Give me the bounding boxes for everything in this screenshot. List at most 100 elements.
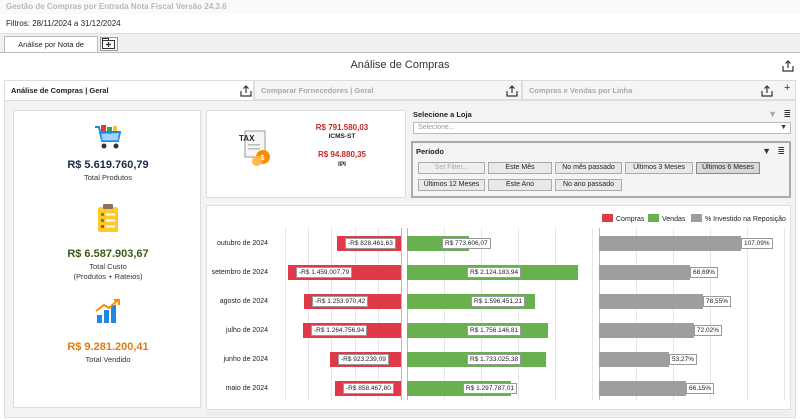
bar-data-label: 68,69% (690, 267, 719, 278)
category-label: julho de 2024 (225, 327, 268, 334)
legend-compras: Compras (602, 214, 644, 224)
chart-gridline (444, 228, 445, 400)
export-icon[interactable] (782, 60, 794, 72)
legend-swatch (648, 214, 659, 222)
svg-text:$: $ (261, 155, 265, 162)
chart-gridline (331, 228, 333, 400)
legend-investido: % Investido na Reposição (691, 214, 786, 224)
subtab-comparar-fornecedores[interactable]: Comparar Fornecedores | Geral (254, 80, 522, 100)
store-filter: Selecione a Loja ▼ ≣ Selecione... ▼ (413, 109, 791, 135)
category-label: maio de 2024 (225, 385, 268, 392)
chart-gridline (784, 228, 785, 400)
bar-data-label: 78,55% (703, 296, 732, 307)
chart-axis-line (599, 228, 600, 400)
filters-text: Filtros: 28/11/2024 a 31/12/2024 (0, 14, 800, 34)
period-mes-passado-button[interactable]: No mês passado (555, 162, 622, 174)
bar-data-label: -R$ 1.264.756,94 (311, 325, 368, 336)
bar--investido-na-reposi-o (599, 323, 694, 338)
growth-chart-icon (95, 299, 120, 323)
bar--investido-na-reposi-o (599, 352, 669, 367)
shopping-cart-icon (95, 125, 122, 149)
kpi-total-produtos: R$ 5.619.760,79 Total Produtos (14, 159, 202, 183)
chart-gridline (377, 228, 379, 400)
subtab-label: Análise de Compras | Geral (11, 86, 109, 95)
bar-data-label: R$ 2.124.183,94 (467, 267, 522, 278)
period-filter: Período ▼ ≣ Set Filter... Este Mês No mê… (411, 141, 791, 198)
store-label: Selecione a Loja (413, 110, 472, 119)
subtab-label: Compras e Vendas por Linha (529, 86, 633, 95)
bar-data-label: 72,02% (694, 325, 723, 336)
add-tab-icon (102, 38, 115, 49)
bar-data-label: 66,15% (686, 383, 715, 394)
compras-vendas-chart: Compras Vendas % Investido na Reposição … (206, 205, 791, 410)
chart-gridline (555, 228, 556, 400)
period-ultimos-6-meses-button[interactable]: Últimos 6 Meses (696, 162, 760, 174)
add-subtab-icon[interactable]: + (784, 82, 790, 94)
bar--investido-na-reposi-o (599, 236, 741, 251)
tax-icon-text: TAX (239, 134, 255, 143)
bar-data-label: 53,27% (669, 354, 698, 365)
legend-label: Vendas (662, 216, 686, 223)
period-set-filter-button[interactable]: Set Filter... (418, 162, 485, 174)
chart-axis-line (401, 228, 402, 400)
period-ultimos-12-meses-button[interactable]: Últimos 12 Meses (418, 179, 485, 191)
chart-gridline (308, 228, 310, 400)
legend-swatch (691, 214, 702, 222)
tax-box: TAX $ R$ 791.580,03 ICMS-ST R$ 94.880,35… (206, 110, 406, 198)
kpi-label: Total Custo (89, 262, 127, 271)
period-label: Período (416, 147, 444, 156)
chart-gridline (747, 228, 748, 400)
bar-data-label: R$ 773.606,07 (442, 238, 491, 249)
subtab-compras-vendas-linha[interactable]: Compras e Vendas por Linha (522, 80, 796, 100)
chart-gridline (636, 228, 637, 400)
period-este-ano-button[interactable]: Este Ano (488, 179, 552, 191)
chart-scrollbar[interactable] (206, 411, 791, 416)
chart-gridline (354, 228, 356, 400)
store-select[interactable]: Selecione... ▼ (413, 122, 791, 134)
subtab-export-icon[interactable] (240, 85, 252, 97)
chevron-down-icon: ▼ (780, 124, 787, 131)
bar-data-label: -R$ 1.253.970,42 (312, 296, 369, 307)
main-tabstrip: Análise por Nota de Entrada (0, 34, 800, 64)
period-ultimos-3-meses-button[interactable]: Últimos 3 Meses (625, 162, 693, 174)
legend-label: % Investido na Reposição (705, 216, 786, 223)
bar--investido-na-reposi-o (599, 381, 686, 396)
legend-vendas: Vendas (648, 214, 685, 224)
kpi-label: Total Produtos (84, 173, 132, 182)
chart-gridline (285, 228, 286, 400)
legend-label: Compras (616, 216, 645, 223)
category-label: outubro de 2024 (217, 240, 268, 247)
chart-gridline (518, 228, 519, 400)
kpi-total-vendido: R$ 9.281.200,41 Total Vendido (14, 341, 202, 365)
filter-list-icon[interactable]: ≣ (777, 146, 785, 157)
subtab-export-icon[interactable] (761, 85, 773, 97)
period-ano-passado-button[interactable]: No ano passado (555, 179, 622, 191)
bar-data-label: -R$ 1.459.007,79 (296, 267, 353, 278)
subtab-strip: Análise de Compras | Geral Comparar Forn… (4, 80, 796, 100)
bar--investido-na-reposi-o (599, 265, 690, 280)
bar-data-label: -R$ 923.239,09 (338, 354, 389, 365)
kpi-value: R$ 5.619.760,79 (67, 159, 149, 171)
subtab-export-icon[interactable] (506, 85, 518, 97)
icms-st-value: R$ 791.580,03 (315, 123, 369, 132)
tab-analise-nota-entrada[interactable]: Análise por Nota de Entrada (4, 36, 98, 64)
clear-filter-icon[interactable]: ▼ (768, 109, 777, 119)
bar-data-label: R$ 1.596.451,21 (471, 296, 526, 307)
bar-data-label: -R$ 858.467,80 (343, 383, 394, 394)
category-label: setembro de 2024 (211, 269, 268, 276)
clear-filter-icon[interactable]: ▼ (762, 146, 771, 156)
chart-legend: Compras Vendas % Investido na Reposição (207, 214, 792, 224)
checklist-icon (98, 204, 118, 232)
add-tab-button[interactable] (100, 37, 118, 51)
chart-gridline (673, 228, 674, 400)
kpi-value: R$ 6.587.903,67 (67, 248, 149, 260)
chart-axis-line (407, 228, 408, 400)
ipi-label: IPI (338, 161, 346, 168)
subtab-analise-compras-geral[interactable]: Análise de Compras | Geral (4, 80, 254, 100)
filter-list-icon[interactable]: ≣ (783, 109, 791, 120)
kpi-total-custo: R$ 6.587.903,67 Total Custo (Produtos + … (14, 248, 202, 282)
period-este-mes-button[interactable]: Este Mês (488, 162, 552, 174)
kpi-sublabel: (Produtos + Rateios) (73, 272, 143, 281)
bar-data-label: -R$ 828.461,63 (345, 238, 396, 249)
kpi-box: R$ 5.619.760,79 Total Produtos R$ 6.587.… (13, 110, 201, 408)
